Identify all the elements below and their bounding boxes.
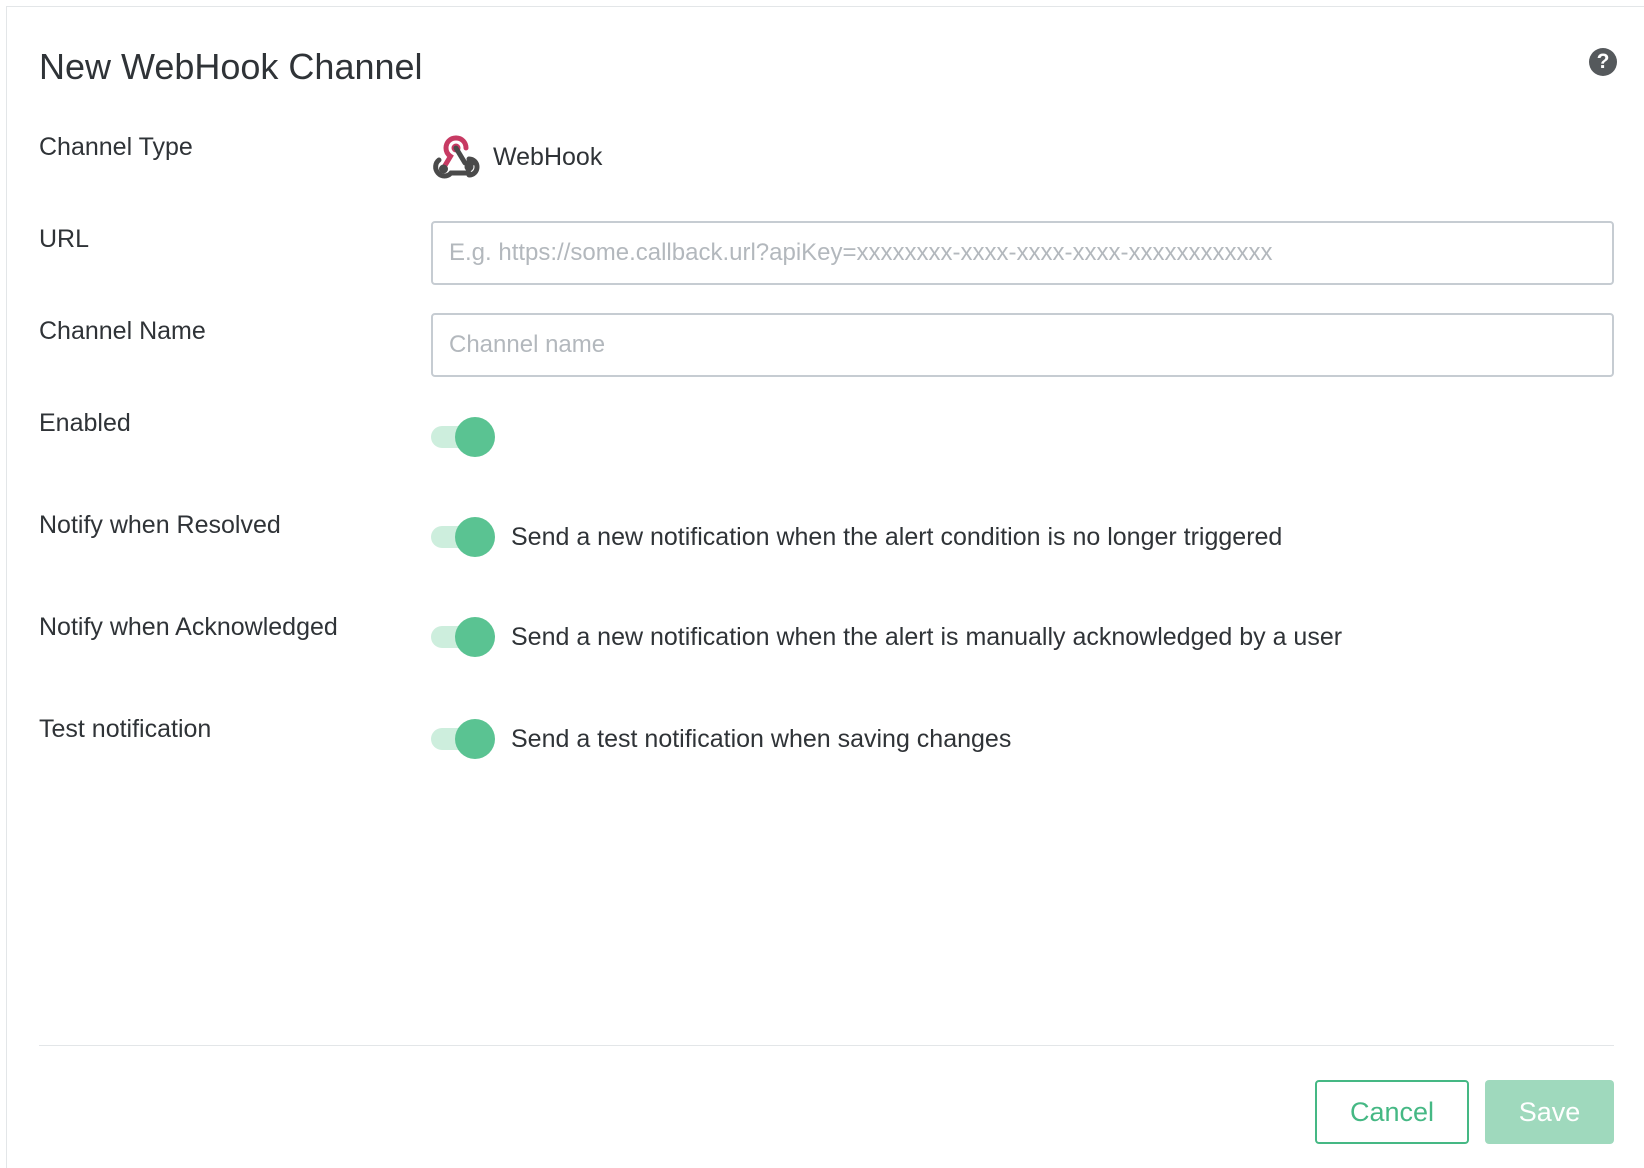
channel-type-value: WebHook — [431, 131, 602, 183]
test-notification-toggle[interactable] — [431, 719, 497, 759]
enabled-label: Enabled — [39, 409, 131, 437]
toggle-knob — [455, 417, 495, 457]
cancel-button[interactable]: Cancel — [1315, 1080, 1469, 1144]
channel-type-text: WebHook — [493, 142, 603, 171]
dialog-title: New WebHook Channel — [39, 46, 423, 87]
notify-acknowledged-label: Notify when Acknowledged — [39, 613, 338, 641]
channel-type-label: Channel Type — [39, 133, 193, 161]
question-circle-icon[interactable]: ? — [1589, 48, 1617, 76]
notify-resolved-label: Notify when Resolved — [39, 511, 281, 539]
toggle-knob — [455, 517, 495, 557]
url-label: URL — [39, 225, 90, 253]
toggle-knob — [455, 617, 495, 657]
webhook-icon — [433, 135, 480, 179]
notify-acknowledged-description: Send a new notification when the alert i… — [511, 623, 1343, 651]
save-button[interactable]: Save — [1485, 1080, 1614, 1144]
enabled-toggle[interactable] — [431, 417, 497, 457]
test-notification-label: Test notification — [39, 715, 212, 743]
notify-acknowledged-toggle[interactable] — [431, 617, 497, 657]
test-notification-description: Send a test notification when saving cha… — [511, 725, 1012, 753]
toggle-knob — [455, 719, 495, 759]
notify-resolved-toggle[interactable] — [431, 517, 497, 557]
url-input[interactable] — [431, 221, 1614, 285]
notify-resolved-description: Send a new notification when the alert c… — [511, 523, 1283, 551]
channel-name-input[interactable] — [431, 313, 1614, 377]
new-channel-dialog: New WebHook Channel ? Channel Type WebHo… — [6, 6, 1644, 1168]
channel-name-label: Channel Name — [39, 317, 206, 345]
footer-divider — [39, 1045, 1614, 1046]
